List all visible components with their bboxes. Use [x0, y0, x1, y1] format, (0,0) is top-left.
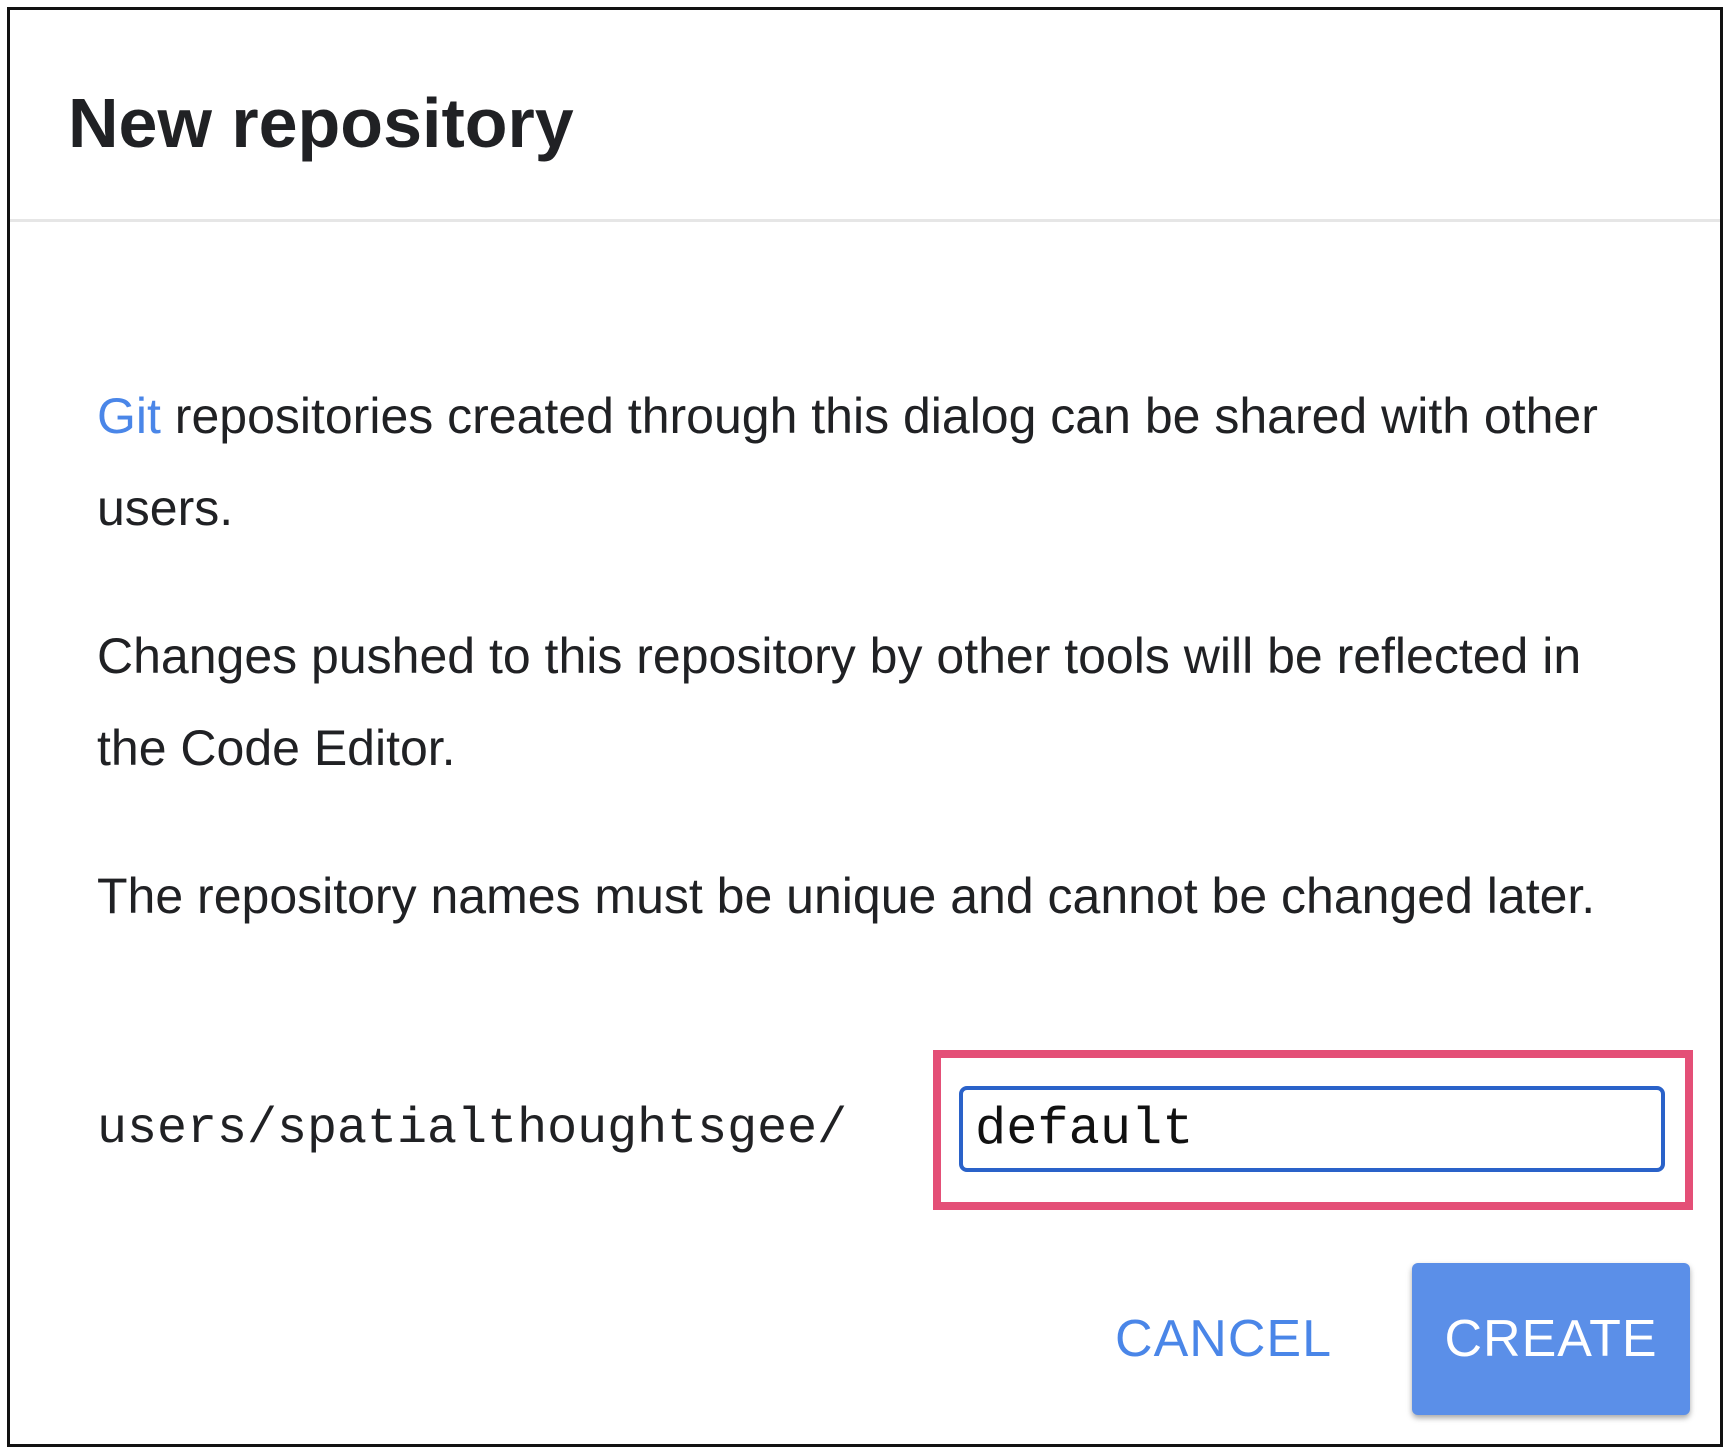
dialog-header: New repository	[10, 10, 1720, 222]
sharing-text: repositories created through this dialog…	[97, 388, 1598, 536]
create-button[interactable]: CREATE	[1412, 1263, 1690, 1415]
cancel-button[interactable]: CANCEL	[1095, 1284, 1352, 1394]
info-paragraph-naming: The repository names must be unique and …	[97, 868, 1596, 924]
info-paragraph-sharing: Git repositories created through this di…	[97, 370, 1657, 554]
repository-path-row: users/spatialthoughtsgee/	[97, 1050, 1697, 1210]
dialog-actions: CANCEL CREATE	[1095, 1263, 1690, 1415]
dialog-body: Git repositories created through this di…	[97, 370, 1657, 942]
git-link[interactable]: Git	[97, 388, 161, 444]
info-paragraph-changes: Changes pushed to this repository by oth…	[97, 628, 1582, 776]
dialog-title: New repository	[68, 84, 574, 162]
annotation-highlight-box	[933, 1050, 1693, 1210]
new-repository-dialog: New repository Git repositories created …	[7, 7, 1723, 1447]
repository-path-prefix: users/spatialthoughtsgee/	[97, 1101, 848, 1158]
repository-name-input[interactable]	[959, 1086, 1665, 1172]
